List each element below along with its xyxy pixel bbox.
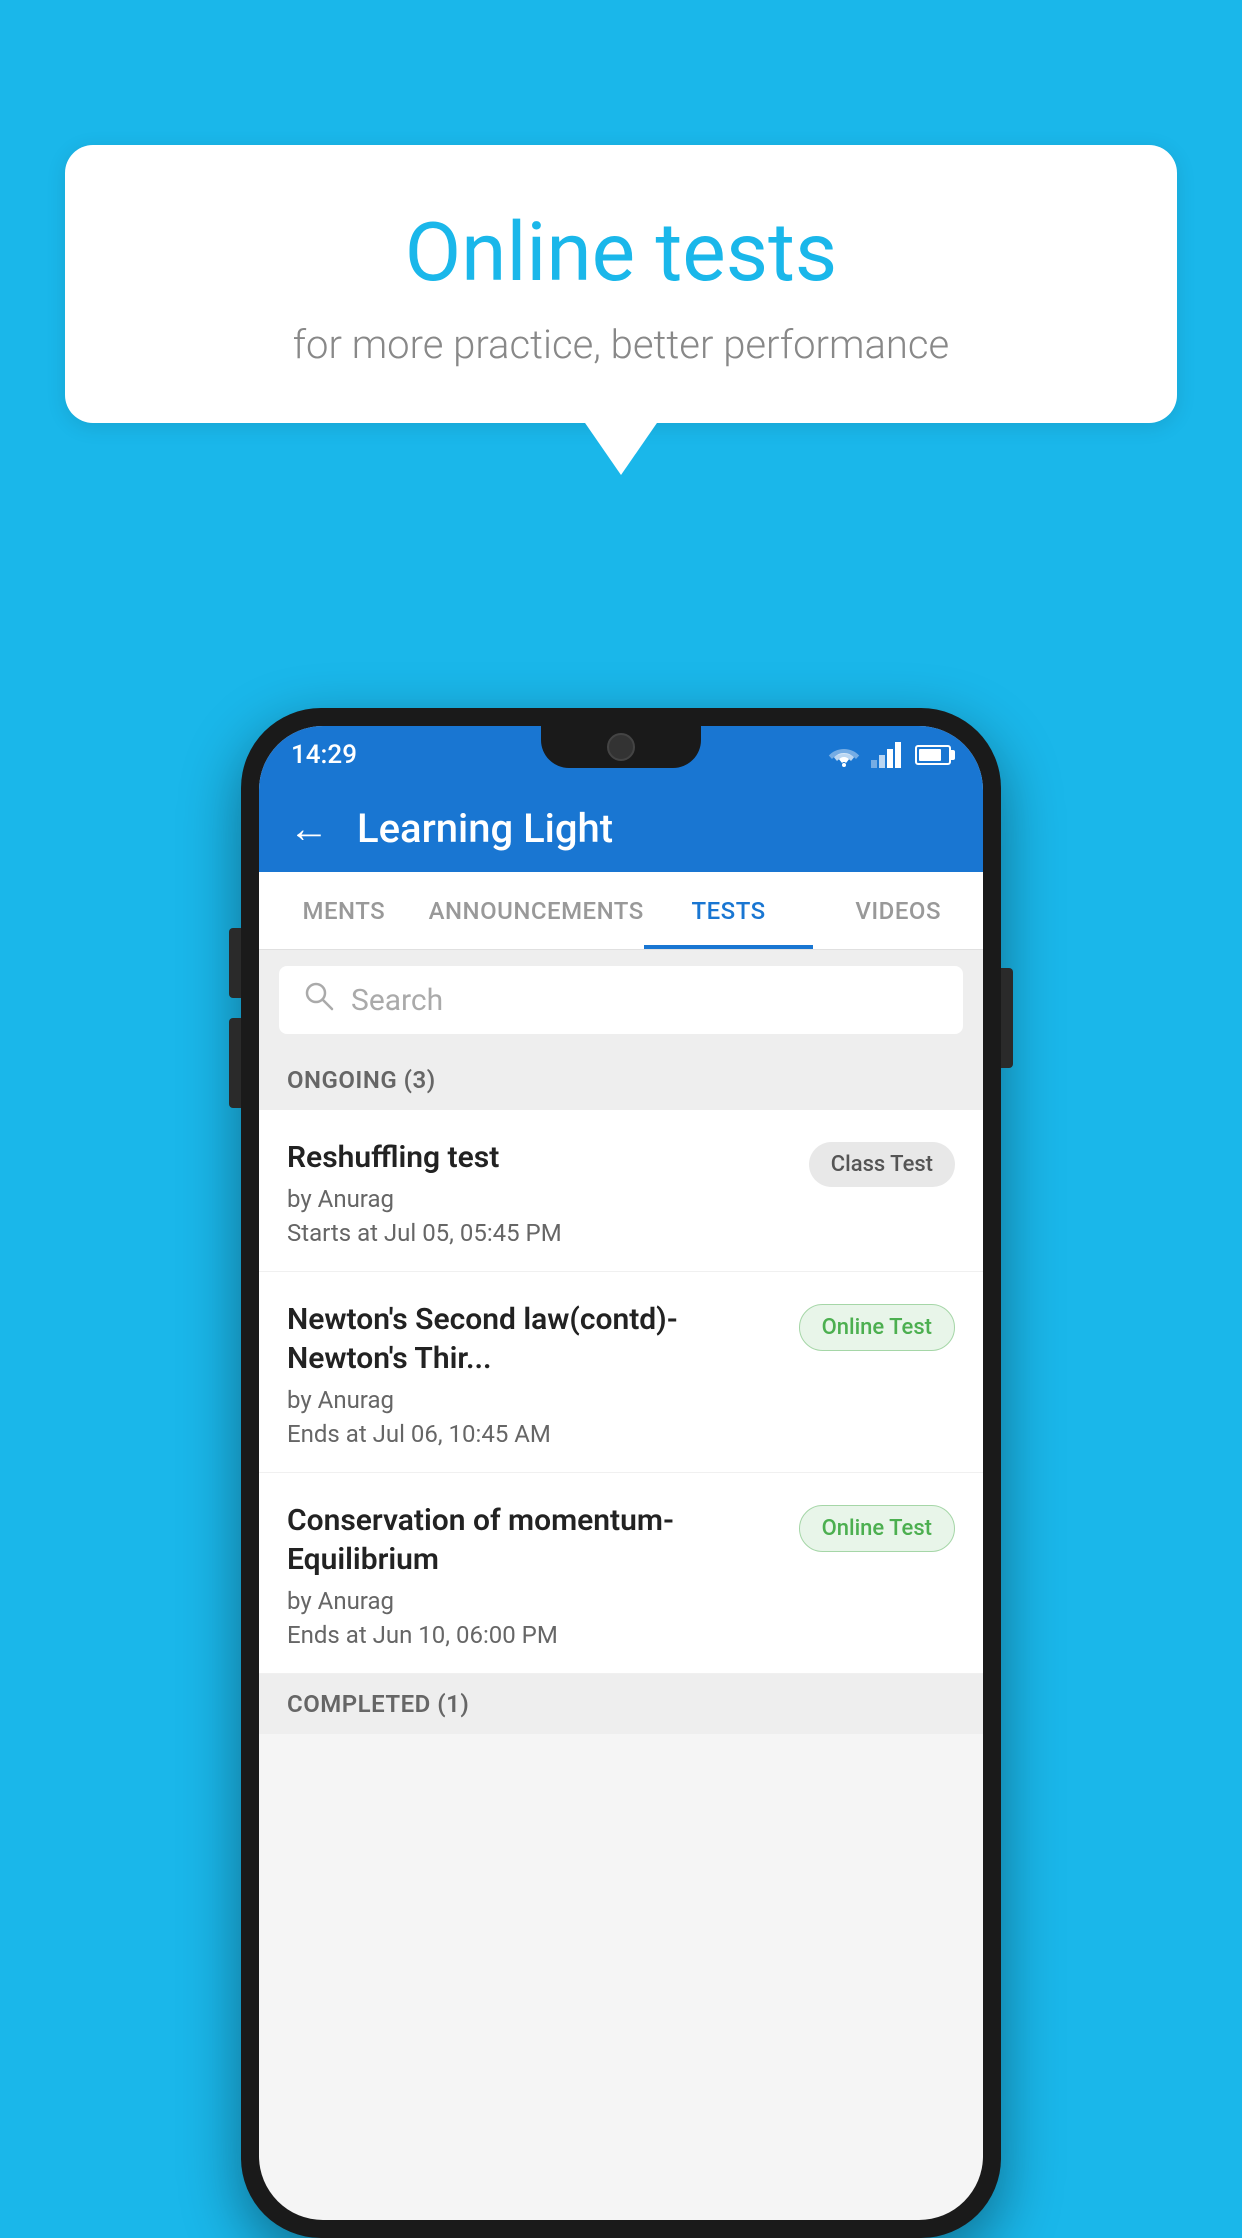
test-badge-3: Online Test xyxy=(799,1505,955,1552)
signal-icon xyxy=(871,742,901,768)
test-info-1: Reshuffling test by Anurag Starts at Jul… xyxy=(287,1138,789,1247)
ongoing-section-header: ONGOING (3) xyxy=(259,1050,983,1110)
power-button[interactable] xyxy=(1001,968,1013,1068)
phone-screen: 14:29 xyxy=(259,726,983,2220)
test-date-1: Starts at Jul 05, 05:45 PM xyxy=(287,1219,789,1247)
search-placeholder: Search xyxy=(351,983,443,1018)
test-author-2: by Anurag xyxy=(287,1386,779,1414)
status-time: 14:29 xyxy=(291,740,357,770)
search-container: Search xyxy=(259,950,983,1050)
tab-videos[interactable]: VIDEOS xyxy=(813,872,983,949)
bubble-subtitle: for more practice, better performance xyxy=(145,321,1097,368)
bubble-title: Online tests xyxy=(145,205,1097,301)
front-camera xyxy=(607,733,635,761)
test-item-1[interactable]: Reshuffling test by Anurag Starts at Jul… xyxy=(259,1110,983,1272)
test-author-1: by Anurag xyxy=(287,1185,789,1213)
phone-frame: 14:29 xyxy=(241,708,1001,2238)
test-badge-2: Online Test xyxy=(799,1304,955,1351)
search-bar[interactable]: Search xyxy=(279,966,963,1034)
test-date-2: Ends at Jul 06, 10:45 AM xyxy=(287,1420,779,1448)
tabs-bar: MENTS ANNOUNCEMENTS TESTS VIDEOS xyxy=(259,872,983,950)
speech-bubble: Online tests for more practice, better p… xyxy=(65,145,1177,423)
app-header: ← Learning Light xyxy=(259,784,983,872)
tab-tests[interactable]: TESTS xyxy=(644,872,814,949)
test-item-2[interactable]: Newton's Second law(contd)-Newton's Thir… xyxy=(259,1272,983,1473)
test-info-2: Newton's Second law(contd)-Newton's Thir… xyxy=(287,1300,779,1448)
speech-bubble-container: Online tests for more practice, better p… xyxy=(65,145,1177,423)
tab-announcements[interactable]: ANNOUNCEMENTS xyxy=(429,872,644,949)
status-icons xyxy=(827,742,951,768)
phone-outer: 14:29 xyxy=(241,708,1001,2238)
test-title-2: Newton's Second law(contd)-Newton's Thir… xyxy=(287,1300,779,1378)
completed-section-header: COMPLETED (1) xyxy=(259,1674,983,1734)
test-item-3[interactable]: Conservation of momentum-Equilibrium by … xyxy=(259,1473,983,1674)
test-badge-1: Class Test xyxy=(809,1142,955,1187)
test-author-3: by Anurag xyxy=(287,1587,779,1615)
wifi-icon xyxy=(827,743,861,767)
app-title: Learning Light xyxy=(357,805,613,852)
test-info-3: Conservation of momentum-Equilibrium by … xyxy=(287,1501,779,1649)
search-icon xyxy=(303,980,335,1020)
test-list: Reshuffling test by Anurag Starts at Jul… xyxy=(259,1110,983,1674)
test-date-3: Ends at Jun 10, 06:00 PM xyxy=(287,1621,779,1649)
back-button[interactable]: ← xyxy=(289,805,329,852)
phone-notch xyxy=(541,726,701,768)
battery-icon xyxy=(915,745,951,765)
volume-up-button[interactable] xyxy=(229,928,241,998)
test-title-3: Conservation of momentum-Equilibrium xyxy=(287,1501,779,1579)
test-title-1: Reshuffling test xyxy=(287,1138,789,1177)
volume-down-button[interactable] xyxy=(229,1018,241,1108)
tab-ments[interactable]: MENTS xyxy=(259,872,429,949)
